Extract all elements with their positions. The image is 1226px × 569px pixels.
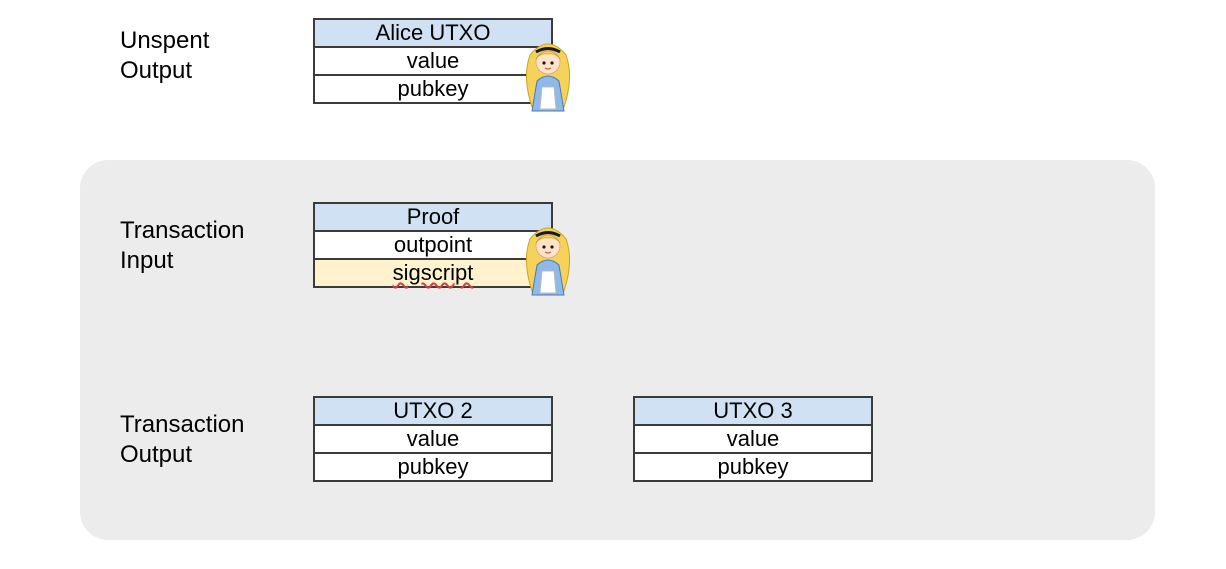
alice-icon xyxy=(520,37,576,115)
label-text: Transaction xyxy=(120,217,245,244)
label-text: Transaction xyxy=(120,411,245,438)
cell-header: UTXO 2 xyxy=(313,396,553,426)
diagram-canvas: Unspent Output Alice UTXO value pubkey xyxy=(0,0,1226,569)
box-proof: Proof outpoint sigscript xyxy=(313,202,553,288)
cell-value: value xyxy=(313,424,553,454)
cell-pubkey: pubkey xyxy=(313,452,553,482)
cell-outpoint: outpoint xyxy=(313,230,553,260)
sigscript-text: sigscript xyxy=(393,260,474,286)
label-text: Input xyxy=(120,247,173,274)
alice-icon xyxy=(520,221,576,299)
cell-sigscript: sigscript xyxy=(313,258,553,288)
cell-value: value xyxy=(313,46,553,76)
box-utxo-2: UTXO 2 value pubkey xyxy=(313,396,553,482)
cell-value: value xyxy=(633,424,873,454)
label-unspent-output: Unspent Output xyxy=(120,26,209,86)
cell-pubkey: pubkey xyxy=(633,452,873,482)
label-text: Output xyxy=(120,57,192,84)
box-alice-utxo: Alice UTXO value pubkey xyxy=(313,18,553,104)
cell-header: UTXO 3 xyxy=(633,396,873,426)
label-text: Output xyxy=(120,441,192,468)
label-tx-input: Transaction Input xyxy=(120,216,245,276)
box-utxo-3: UTXO 3 value pubkey xyxy=(633,396,873,482)
label-tx-output: Transaction Output xyxy=(120,410,245,470)
cell-header: Proof xyxy=(313,202,553,232)
cell-pubkey: pubkey xyxy=(313,74,553,104)
cell-header: Alice UTXO xyxy=(313,18,553,48)
label-text: Unspent xyxy=(120,27,209,54)
